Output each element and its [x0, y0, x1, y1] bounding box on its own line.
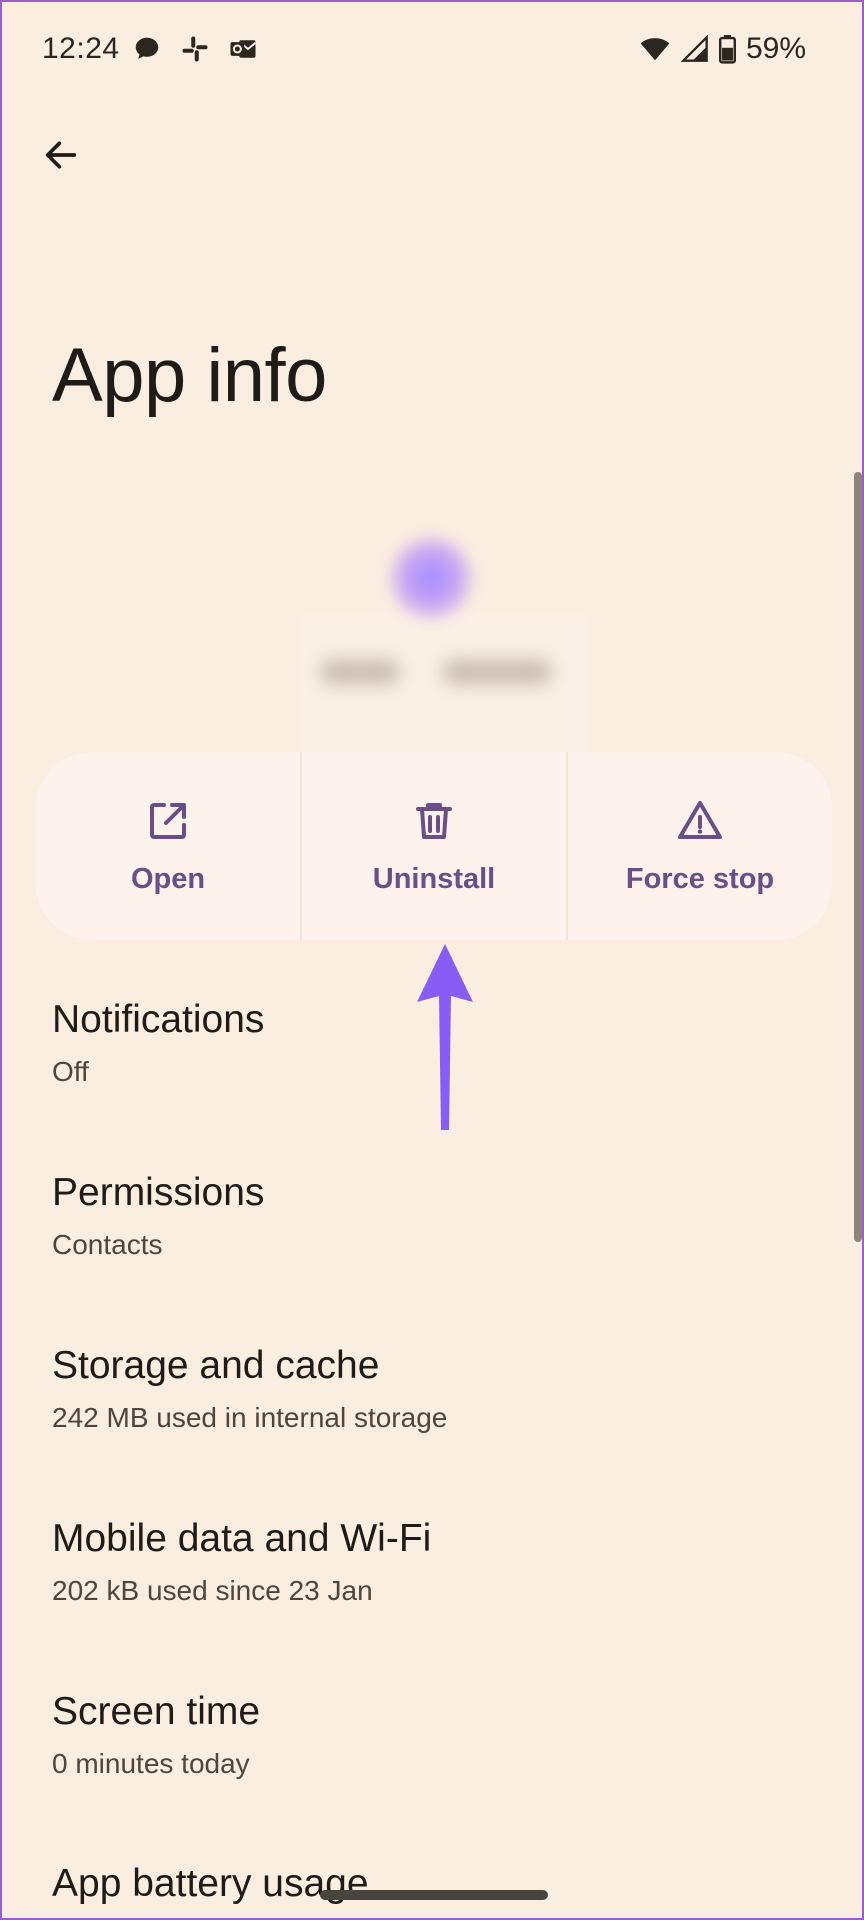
storage-and-cache-item[interactable]: Storage and cache 242 MB used in interna…: [52, 1344, 812, 1434]
item-title: Storage and cache: [52, 1344, 380, 1387]
battery-icon: [718, 35, 736, 64]
status-bar: 12:24 59%: [2, 2, 862, 98]
item-subtitle: Off: [52, 1056, 89, 1087]
force-stop-label: Force stop: [625, 862, 775, 895]
app-icon: [387, 534, 475, 622]
cellular-signal-icon: [680, 34, 708, 62]
trash-icon: [416, 802, 452, 839]
item-title: Notifications: [52, 998, 265, 1041]
battery-percentage: 59%: [745, 32, 806, 65]
open-label: Open: [130, 862, 206, 895]
uninstall-label: Uninstall: [372, 862, 496, 895]
screen-time-item[interactable]: Screen time 0 minutes today: [52, 1690, 812, 1780]
force-stop-button[interactable]: Force stop: [566, 752, 832, 940]
item-title: Screen time: [52, 1690, 261, 1733]
item-title: Mobile data and Wi-Fi: [52, 1517, 432, 1560]
arrow-back-icon: [45, 141, 77, 169]
item-title: Permissions: [52, 1171, 265, 1214]
item-subtitle: 0 minutes today: [52, 1748, 250, 1779]
item-subtitle: Contacts: [52, 1229, 163, 1260]
status-time: 12:24: [42, 32, 120, 65]
mobile-data-item[interactable]: Mobile data and Wi-Fi 202 kB used since …: [52, 1517, 812, 1607]
app-name-blurred: [442, 660, 552, 684]
item-subtitle: 202 kB used since 23 Jan: [52, 1575, 373, 1606]
permissions-item[interactable]: Permissions Contacts: [52, 1171, 812, 1261]
notification-icons: [132, 34, 258, 64]
notifications-item[interactable]: Notifications Off: [52, 998, 812, 1088]
gesture-nav-handle[interactable]: [320, 1890, 548, 1900]
page-title: App info: [52, 333, 327, 418]
warning-triangle-icon: [678, 800, 722, 839]
outlook-icon: [230, 40, 257, 58]
uninstall-button[interactable]: Uninstall: [300, 752, 566, 940]
app-name-blurred: [320, 660, 400, 684]
slack-icon: [182, 36, 208, 62]
chat-bubble-icon: [135, 37, 159, 59]
item-subtitle: 242 MB used in internal storage: [52, 1402, 448, 1433]
back-button[interactable]: [30, 124, 92, 186]
app-actions-card: Open Uninstall Force stop: [36, 752, 832, 940]
open-external-icon: [150, 802, 186, 839]
wifi-icon: [640, 38, 670, 61]
scrollbar[interactable]: [854, 472, 862, 1242]
app-identity-blurred: [300, 612, 588, 772]
app-info-screen: 12:24 59% App info Open Uninstall Force …: [0, 0, 864, 1920]
open-button[interactable]: Open: [36, 752, 300, 940]
system-status: 59%: [639, 32, 806, 66]
